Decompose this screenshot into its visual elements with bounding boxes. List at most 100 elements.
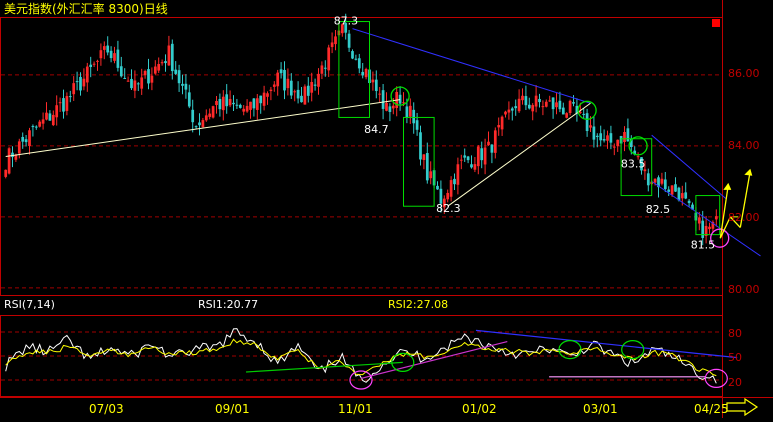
projection-up-arrow-2-head xyxy=(744,168,753,176)
candle-body xyxy=(276,72,280,87)
candle-body xyxy=(181,83,184,86)
candle-body xyxy=(211,106,215,118)
candle-body xyxy=(204,115,208,121)
candle-body xyxy=(422,154,426,161)
scroll-right-arrow-icon[interactable] xyxy=(726,397,759,417)
candle-body xyxy=(310,82,314,93)
chart-title: 美元指数(外汇汇率 8300)日线 xyxy=(4,1,168,16)
candle-body xyxy=(130,78,133,89)
candle-body xyxy=(453,178,456,185)
candle-body xyxy=(140,77,144,89)
candle-body xyxy=(480,148,484,161)
candle-body xyxy=(374,79,378,92)
candle-body xyxy=(436,185,439,190)
candle-body xyxy=(286,78,290,89)
candle-body xyxy=(323,67,327,69)
candle-body xyxy=(55,105,59,118)
candle-body xyxy=(493,130,497,153)
candle-body xyxy=(378,93,382,95)
candle-body xyxy=(153,66,157,74)
candle-body xyxy=(62,98,65,112)
candle-body xyxy=(208,113,212,117)
candle-body xyxy=(476,146,480,167)
candle-body xyxy=(191,109,195,123)
candle-body xyxy=(296,89,300,99)
candle-body xyxy=(221,96,225,111)
candle-body xyxy=(249,101,252,110)
candle-body xyxy=(41,119,45,124)
candle-body xyxy=(320,65,324,74)
candle-body xyxy=(126,80,130,82)
candle-body xyxy=(38,121,42,127)
candle-body xyxy=(483,147,487,165)
candle-body xyxy=(7,148,11,174)
candle-body xyxy=(45,112,48,120)
candle-body xyxy=(85,66,89,83)
candle-body xyxy=(164,61,167,64)
candle-body xyxy=(701,220,705,238)
candle-body xyxy=(266,93,269,97)
candle-body xyxy=(133,80,137,91)
support-line-2 xyxy=(447,102,591,207)
candle-body xyxy=(283,69,286,91)
candle-body xyxy=(269,89,273,92)
candle-body xyxy=(541,106,545,108)
candle-body xyxy=(660,178,664,184)
candle-body xyxy=(218,98,222,110)
candle-body xyxy=(334,36,337,45)
candle-body xyxy=(228,98,232,106)
candle-body xyxy=(34,126,38,128)
candle-body xyxy=(551,97,555,110)
candle-body xyxy=(119,66,123,77)
candle-body xyxy=(412,109,416,124)
candle-body xyxy=(242,108,246,112)
rsi-trend-magenta xyxy=(360,341,508,379)
candle-body xyxy=(677,187,681,201)
candle-body xyxy=(351,51,354,59)
candle-body xyxy=(487,141,490,146)
candle-body xyxy=(402,102,405,104)
candle-body xyxy=(466,156,470,161)
time-tick-0425: 04/25 xyxy=(694,402,729,416)
price-label-87-3: 87.3 xyxy=(334,15,359,28)
time-tick-0102: 01/02 xyxy=(462,402,497,416)
candle-body xyxy=(11,152,14,158)
candle-body xyxy=(238,104,242,108)
candle-body xyxy=(497,125,501,128)
price-label-83-5: 83.5 xyxy=(621,158,646,171)
candle-body xyxy=(289,80,293,96)
candle-body xyxy=(82,78,86,87)
candle-body xyxy=(510,108,514,111)
candle-body xyxy=(548,100,552,102)
candle-body xyxy=(558,100,562,110)
candle-body xyxy=(609,133,613,143)
candle-body xyxy=(697,217,701,224)
candle-body xyxy=(317,73,320,87)
rsi-circle-marker-5 xyxy=(704,368,728,388)
candle-body xyxy=(527,104,531,109)
candle-body xyxy=(606,135,609,141)
candle-body xyxy=(313,84,317,86)
candle-body xyxy=(167,45,171,66)
candle-body xyxy=(201,120,205,128)
candle-body xyxy=(123,77,127,79)
candle-body xyxy=(184,83,188,90)
candle-body xyxy=(21,136,25,142)
candle-body xyxy=(306,85,310,96)
candle-body xyxy=(663,179,667,189)
rsi1-readout: RSI1:20.77 xyxy=(198,298,258,311)
candle-body xyxy=(262,92,266,106)
candle-body xyxy=(538,98,541,103)
candle-body xyxy=(504,111,507,115)
corner-marker[interactable] xyxy=(712,19,720,27)
candle-body xyxy=(157,63,161,71)
candle-body xyxy=(415,120,419,130)
candle-body xyxy=(28,130,31,146)
candle-body xyxy=(300,95,303,103)
price-label-82-5: 82.5 xyxy=(646,203,671,216)
candle-body xyxy=(470,164,473,168)
candle-body xyxy=(330,42,334,48)
time-tick-1101: 11/01 xyxy=(338,402,373,416)
candle-body xyxy=(534,95,538,107)
candle-body xyxy=(524,96,528,106)
